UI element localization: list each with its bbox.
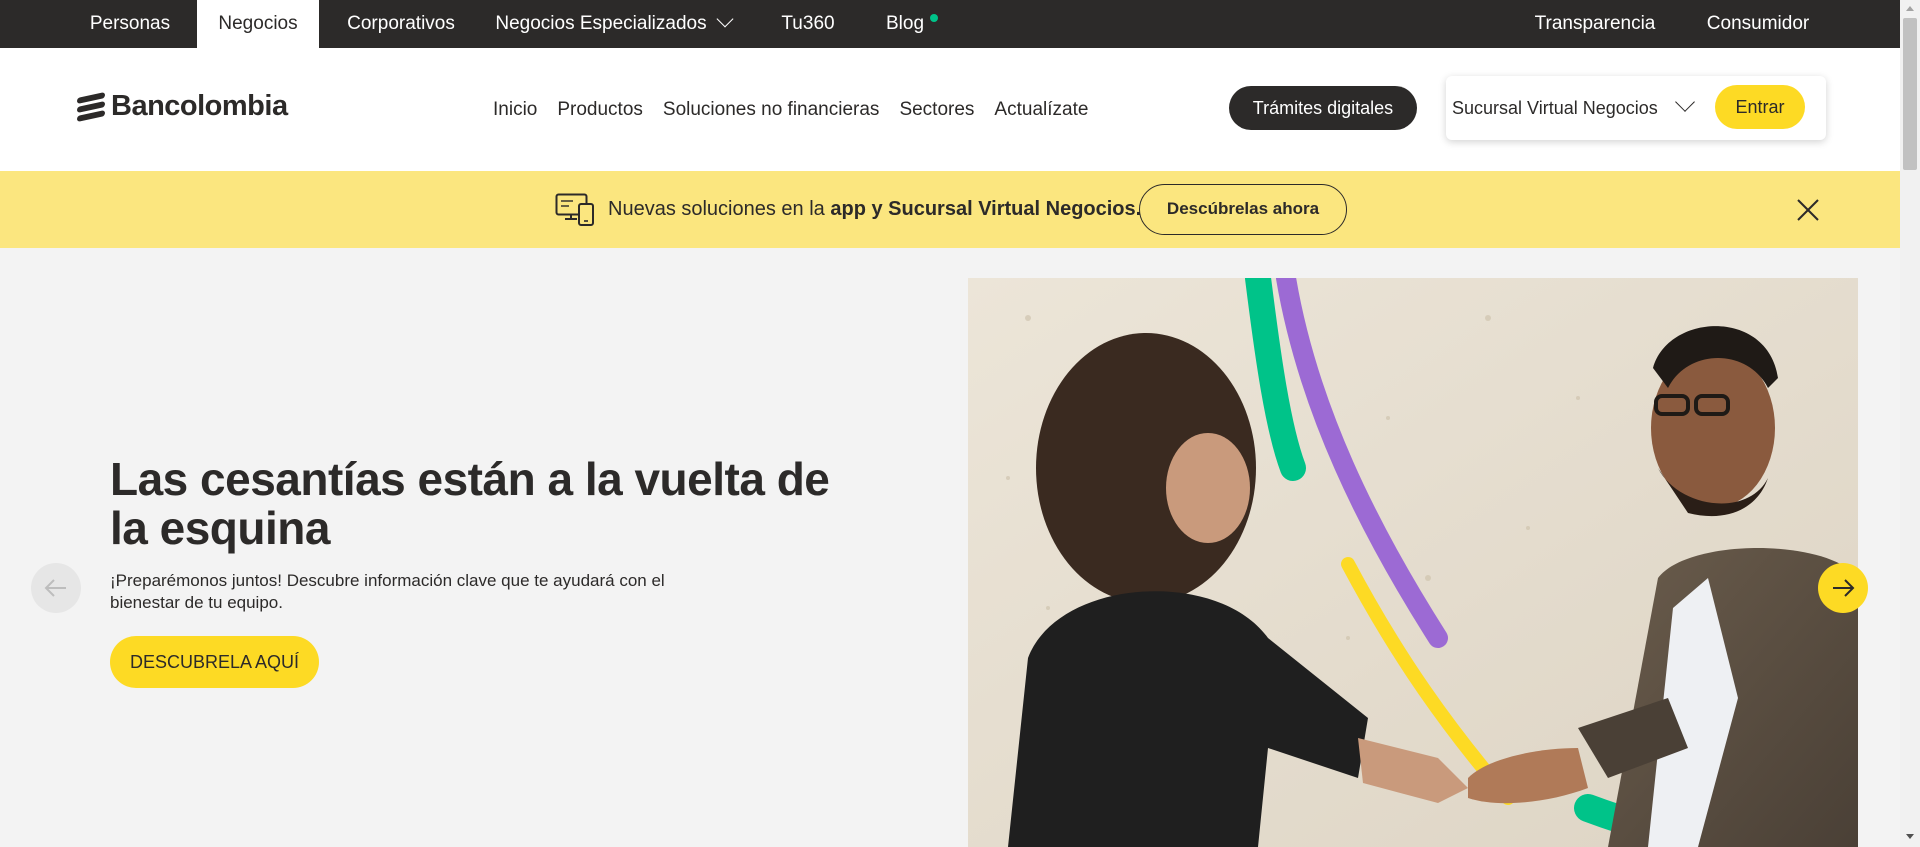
- top-segment-bar: Personas Negocios Corporativos Negocios …: [0, 0, 1900, 48]
- devices-icon: [555, 193, 594, 226]
- topbar-item-label: Consumidor: [1706, 13, 1810, 34]
- topbar-item-consumidor[interactable]: Consumidor: [1700, 0, 1816, 48]
- bancolombia-logo[interactable]: Bancolombia: [77, 90, 288, 123]
- hero-carousel: Las cesantías están a la vuelta de la es…: [0, 248, 1900, 847]
- arrow-left-icon: [44, 579, 66, 597]
- logo-text: Bancolombia: [111, 90, 288, 122]
- scroll-up-arrow-icon[interactable]: [1906, 6, 1914, 11]
- hero-cta-button[interactable]: DESCUBRELA AQUÍ: [110, 636, 319, 688]
- carousel-prev-button[interactable]: [31, 563, 81, 613]
- topbar-item-personas[interactable]: Personas: [70, 0, 190, 48]
- main-nav: Inicio Productos Soluciones no financier…: [493, 48, 1108, 171]
- handshake-photo: [968, 278, 1858, 847]
- nav-link-inicio[interactable]: Inicio: [493, 99, 537, 121]
- main-header: Bancolombia Inicio Productos Soluciones …: [0, 48, 1900, 171]
- topbar-item-negocios[interactable]: Negocios: [197, 0, 319, 48]
- close-icon[interactable]: [1796, 198, 1820, 222]
- topbar-item-blog[interactable]: Blog: [880, 0, 930, 48]
- topbar-item-label: Personas: [89, 13, 171, 34]
- topbar-item-transparencia[interactable]: Transparencia: [1530, 0, 1660, 48]
- topbar-item-tu360[interactable]: Tu360: [770, 0, 846, 48]
- topbar-item-label: Negocios Especializados: [495, 13, 707, 34]
- topbar-item-label: Tu360: [781, 13, 835, 34]
- hero-image-handshake: [968, 278, 1858, 847]
- carousel-next-button[interactable]: [1818, 563, 1868, 613]
- descubrelas-ahora-button[interactable]: Descúbrelas ahora: [1139, 184, 1347, 235]
- entrar-button[interactable]: Entrar: [1715, 85, 1805, 129]
- hero-subtitle: ¡Preparémonos juntos! Descubre informaci…: [110, 571, 665, 612]
- topbar-item-negocios-especializados[interactable]: Negocios Especializados: [488, 0, 738, 48]
- topbar-item-label: Corporativos: [347, 13, 455, 34]
- banner-message: Nuevas soluciones en la app y Sucursal V…: [608, 171, 1141, 248]
- scroll-down-arrow-icon[interactable]: [1906, 834, 1914, 839]
- arrow-right-icon: [1833, 579, 1855, 597]
- hero-title: Las cesantías están a la vuelta de la es…: [110, 453, 830, 554]
- banner-text-bold: app y Sucursal Virtual Negocios.: [830, 198, 1142, 220]
- sucursal-login-box: Sucursal Virtual Negocios Entrar: [1446, 76, 1826, 140]
- topbar-item-label: Transparencia: [1534, 13, 1656, 34]
- nav-link-productos[interactable]: Productos: [557, 99, 643, 121]
- announcement-banner: Nuevas soluciones en la app y Sucursal V…: [0, 171, 1900, 248]
- topbar-item-label: Negocios: [218, 13, 298, 34]
- sucursal-select[interactable]: Sucursal Virtual Negocios: [1452, 76, 1658, 140]
- bancolombia-logo-icon: [77, 91, 105, 122]
- chevron-down-icon: [716, 10, 734, 28]
- nav-link-sectores[interactable]: Sectores: [899, 99, 974, 121]
- banner-text-light: Nuevas soluciones en la: [608, 198, 831, 220]
- topbar-item-corporativos[interactable]: Corporativos: [340, 0, 462, 48]
- nav-link-actualizate[interactable]: Actualízate: [994, 99, 1088, 121]
- topbar-item-label: Blog: [885, 13, 925, 34]
- nav-link-soluciones[interactable]: Soluciones no financieras: [663, 99, 880, 121]
- notification-dot-icon: [930, 14, 938, 22]
- chevron-down-icon[interactable]: [1675, 92, 1695, 112]
- scrollbar-thumb[interactable]: [1903, 18, 1917, 170]
- tramites-digitales-button[interactable]: Trámites digitales: [1229, 86, 1417, 130]
- page-scrollbar[interactable]: [1900, 0, 1920, 847]
